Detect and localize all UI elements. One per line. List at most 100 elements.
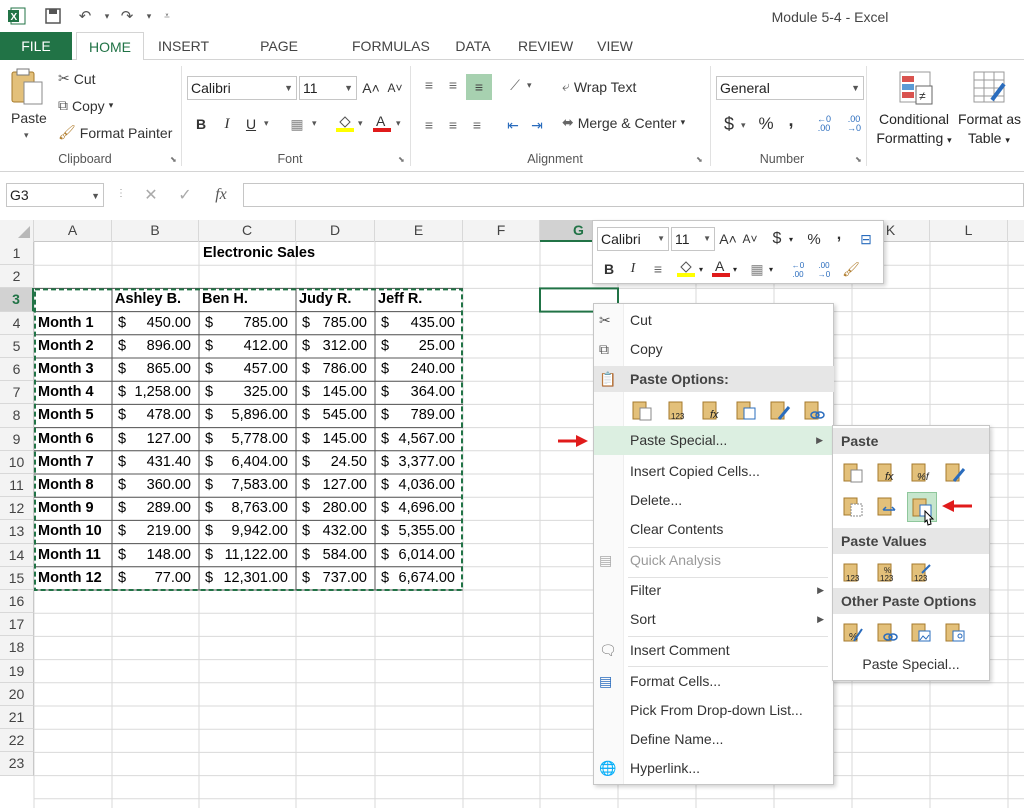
alignment-launcher-icon[interactable]: ⬊ <box>696 155 703 164</box>
currency-cell[interactable]: $1,258.00 <box>112 381 199 404</box>
currency-cell[interactable]: $5,355.00 <box>375 520 463 543</box>
fill-dropdown-icon[interactable]: ▾ <box>358 118 363 129</box>
mini-center-icon[interactable]: ≡ <box>649 259 667 279</box>
currency-cell[interactable]: $896.00 <box>112 335 199 358</box>
tab-formulas[interactable]: FORMULAS <box>344 32 434 60</box>
menu-item-filter[interactable]: Filter ▶ <box>594 576 834 605</box>
grow-font-icon[interactable]: A˄ <box>719 229 737 249</box>
row-header[interactable]: 9 <box>0 427 34 451</box>
bold-button[interactable]: B <box>192 114 210 134</box>
column-header[interactable]: L <box>930 220 1008 242</box>
undo-icon[interactable]: ↶ <box>74 6 96 26</box>
row-header[interactable]: 6 <box>0 358 34 382</box>
month-label-cell[interactable]: Month 10 <box>36 520 112 543</box>
comma-button[interactable]: , <box>784 108 798 132</box>
currency-cell[interactable]: $280.00 <box>296 497 375 520</box>
menu-item-hyperlink[interactable]: 🌐 Hyperlink... <box>594 754 834 783</box>
currency-cell[interactable]: $5,896.00 <box>199 404 296 427</box>
increase-indent-icon[interactable]: ⇥ <box>526 114 548 136</box>
enter-icon[interactable]: ✓ <box>174 184 196 206</box>
insert-function-icon[interactable]: fx <box>208 184 234 206</box>
tab-file[interactable]: FILE <box>0 32 72 60</box>
mini-size-box[interactable]: 11 ▼ <box>671 227 715 251</box>
mini-format-painter-icon[interactable]: 🖌 <box>841 259 861 279</box>
currency-cell[interactable]: $6,674.00 <box>375 567 463 590</box>
paste-formatting-icon[interactable]: % <box>841 620 865 644</box>
currency-cell[interactable]: $145.00 <box>296 428 375 451</box>
row-header[interactable]: 22 <box>0 729 34 753</box>
tab-page-layout[interactable]: PAGE LAYOUT <box>226 32 332 82</box>
shrink-font-icon[interactable]: A˅ <box>741 229 759 249</box>
currency-dropdown-icon[interactable]: ▾ <box>789 235 793 244</box>
row-header[interactable]: 1 <box>0 242 34 266</box>
currency-cell[interactable]: $77.00 <box>112 567 199 590</box>
copy-button[interactable]: ⧉ Copy ▾ <box>58 97 113 114</box>
currency-cell[interactable]: $435.00 <box>375 312 463 335</box>
row-header[interactable]: 14 <box>0 543 34 567</box>
grow-font-icon[interactable]: A˄ <box>362 78 380 98</box>
currency-dropdown-icon[interactable]: ▾ <box>741 120 746 131</box>
row-header[interactable]: 2 <box>0 265 34 289</box>
currency-cell[interactable]: $7,583.00 <box>199 474 296 497</box>
month-label-cell[interactable]: Month 12 <box>36 567 112 590</box>
font-name-box[interactable]: Calibri ▼ <box>187 76 297 100</box>
align-center-icon[interactable]: ≡ <box>442 114 464 136</box>
currency-cell[interactable]: $6,404.00 <box>199 451 296 474</box>
format-as-table-button[interactable]: Format as Table ▾ <box>958 110 1024 150</box>
month-label-cell[interactable]: Month 8 <box>36 474 112 497</box>
row-header[interactable]: 12 <box>0 497 34 521</box>
borders-icon[interactable]: ▦ <box>286 114 308 134</box>
currency-cell[interactable]: $785.00 <box>296 312 375 335</box>
paste-option-link-icon[interactable] <box>802 398 826 422</box>
menu-item-define-name[interactable]: Define Name... <box>594 725 834 754</box>
column-header[interactable]: E <box>375 220 463 242</box>
mini-borders-dropdown-icon[interactable]: ▾ <box>769 265 773 274</box>
name-box[interactable]: G3 ▼ <box>6 183 104 207</box>
decrease-indent-icon[interactable]: ⇤ <box>502 114 524 136</box>
paste-icon[interactable] <box>10 68 46 106</box>
row-header[interactable]: 21 <box>0 706 34 730</box>
currency-cell[interactable]: $127.00 <box>296 474 375 497</box>
month-label-cell[interactable]: Month 5 <box>36 404 112 427</box>
percent-icon[interactable]: % <box>805 229 823 249</box>
currency-cell[interactable]: $9,942.00 <box>199 520 296 543</box>
percent-button[interactable]: % <box>756 112 776 136</box>
menu-item-sort[interactable]: Sort ▶ <box>594 605 834 634</box>
row-header[interactable]: 13 <box>0 520 34 544</box>
menu-item-paste-special[interactable]: Paste Special... ▶ <box>594 426 833 455</box>
row-header[interactable]: 23 <box>0 752 34 776</box>
select-all-corner[interactable] <box>0 220 34 242</box>
middle-align-icon[interactable]: ≡ <box>442 74 464 96</box>
number-format-box[interactable]: General ▼ <box>716 76 864 100</box>
currency-cell[interactable]: $6,014.00 <box>375 544 463 567</box>
column-header[interactable]: B <box>112 220 199 242</box>
currency-cell[interactable]: $450.00 <box>112 312 199 335</box>
italic-button[interactable]: I <box>218 114 236 134</box>
sheet-title-cell[interactable]: Electronic Sales <box>199 242 349 265</box>
undo-dropdown-icon[interactable]: ▾ <box>96 6 118 26</box>
mini-font-color-dropdown-icon[interactable]: ▾ <box>733 265 737 274</box>
row-header[interactable]: 16 <box>0 590 34 614</box>
align-right-icon[interactable]: ≡ <box>466 114 488 136</box>
tab-insert[interactable]: INSERT <box>150 32 214 60</box>
currency-cell[interactable]: $432.00 <box>296 520 375 543</box>
conditional-formatting-icon[interactable]: ≠ <box>898 70 934 106</box>
currency-cell[interactable]: $312.00 <box>296 335 375 358</box>
mini-decrease-decimal-icon[interactable]: .00 →0 <box>813 259 835 281</box>
currency-cell[interactable]: $3,377.00 <box>375 451 463 474</box>
borders-dropdown-icon[interactable]: ▾ <box>312 118 317 129</box>
paste-values-icon[interactable]: 123 <box>841 560 865 584</box>
month-label-cell[interactable]: Month 4 <box>36 381 112 404</box>
paste-values-number-formatting-icon[interactable]: 123% <box>875 560 899 584</box>
currency-cell[interactable]: $127.00 <box>112 428 199 451</box>
row-header[interactable]: 17 <box>0 613 34 637</box>
currency-button[interactable]: $ <box>720 112 738 136</box>
mini-bold-icon[interactable]: B <box>601 259 617 279</box>
tab-data[interactable]: DATA <box>446 32 500 60</box>
month-label-cell[interactable]: Month 3 <box>36 358 112 381</box>
currency-cell[interactable]: $789.00 <box>375 404 463 427</box>
currency-cell[interactable]: $545.00 <box>296 404 375 427</box>
comma-icon[interactable]: , <box>833 225 845 245</box>
mini-borders-icon[interactable]: ▦ <box>747 259 767 279</box>
month-label-cell[interactable]: Month 1 <box>36 312 112 335</box>
